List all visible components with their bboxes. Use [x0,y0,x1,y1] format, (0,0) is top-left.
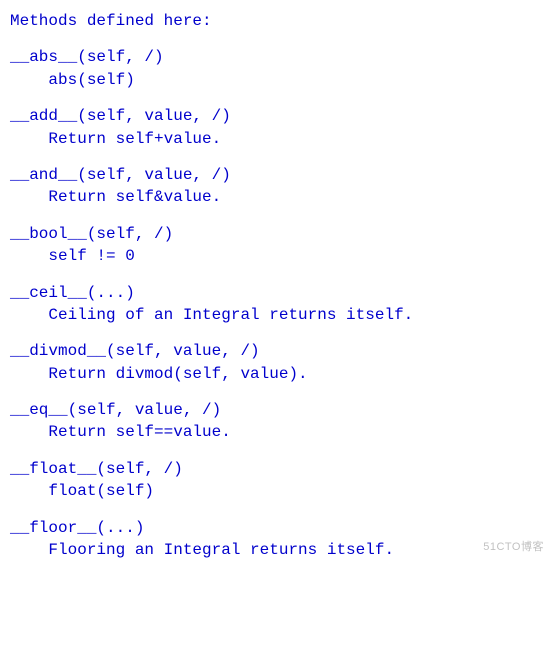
method-entry: __eq__(self, value, /) Return self==valu… [10,399,550,444]
method-signature: __eq__(self, value, /) [10,399,550,421]
method-entry: __abs__(self, /) abs(self) [10,46,550,91]
method-doc-text: Return self&value. [48,188,221,206]
section-header: Methods defined here: [10,10,550,32]
method-doc-text: Flooring an Integral returns itself. [48,541,394,559]
method-signature: __ceil__(...) [10,282,550,304]
method-doc: Return divmod(self, value). [10,363,550,385]
method-doc: Return self+value. [10,128,550,150]
method-doc-text: Return divmod(self, value). [48,365,307,383]
method-entry: __ceil__(...) Ceiling of an Integral ret… [10,282,550,327]
method-doc: Ceiling of an Integral returns itself. [10,304,550,326]
method-doc-text: Ceiling of an Integral returns itself. [48,306,413,324]
method-signature: __bool__(self, /) [10,223,550,245]
method-signature: __floor__(...) [10,517,550,539]
method-entry: __divmod__(self, value, /) Return divmod… [10,340,550,385]
method-signature: __add__(self, value, /) [10,105,550,127]
method-entry: __add__(self, value, /) Return self+valu… [10,105,550,150]
method-entry: __floor__(...) Flooring an Integral retu… [10,517,550,562]
watermark-text: 51CTO博客 [483,540,544,555]
method-doc: Return self==value. [10,421,550,443]
method-doc: self != 0 [10,245,550,267]
method-doc-text: Return self+value. [48,130,221,148]
method-doc-text: Return self==value. [48,423,230,441]
method-signature: __divmod__(self, value, /) [10,340,550,362]
method-doc-text: self != 0 [48,247,134,265]
method-signature: __abs__(self, /) [10,46,550,68]
method-entry: __float__(self, /) float(self) [10,458,550,503]
method-signature: __and__(self, value, /) [10,164,550,186]
method-doc: Return self&value. [10,186,550,208]
method-doc: float(self) [10,480,550,502]
method-doc-text: float(self) [48,482,154,500]
method-entry: __bool__(self, /) self != 0 [10,223,550,268]
method-doc: Flooring an Integral returns itself. [10,539,550,561]
method-doc: abs(self) [10,69,550,91]
method-entry: __and__(self, value, /) Return self&valu… [10,164,550,209]
method-doc-text: abs(self) [48,71,134,89]
method-signature: __float__(self, /) [10,458,550,480]
